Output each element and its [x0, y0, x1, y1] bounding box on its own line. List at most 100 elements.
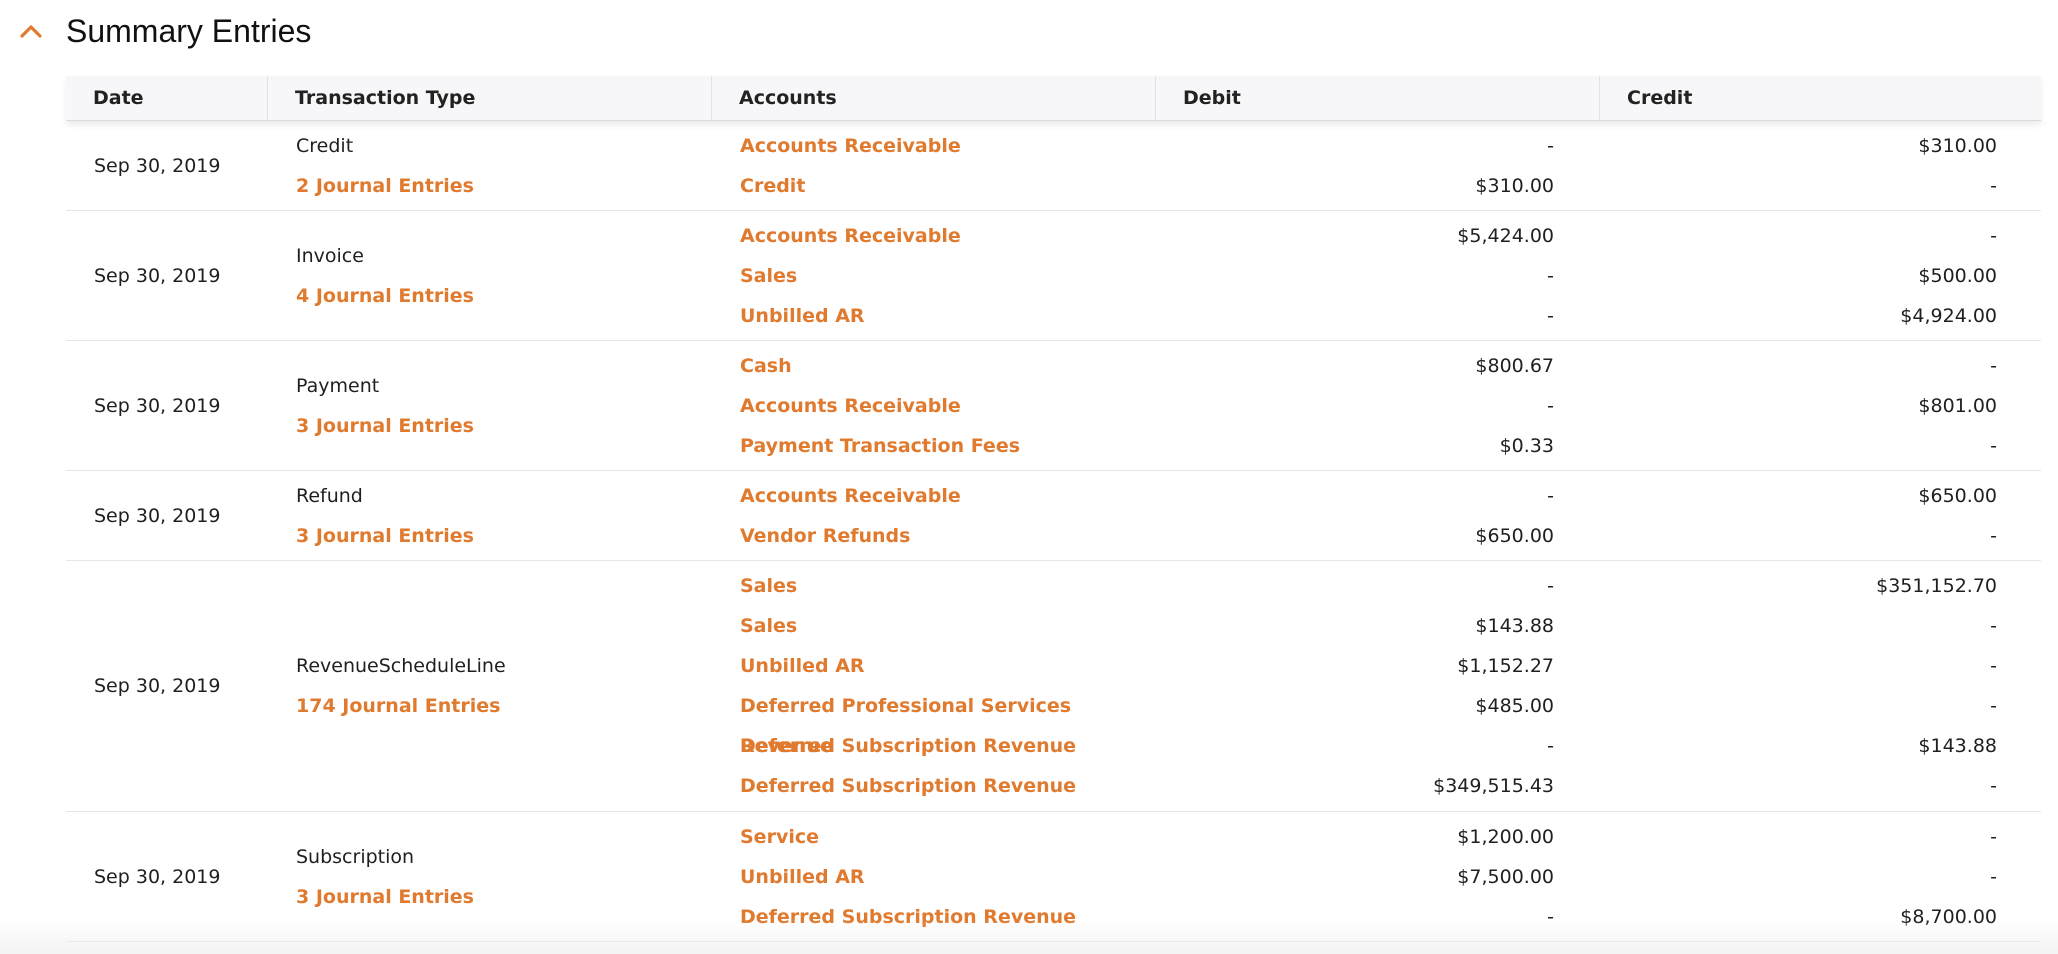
- entry-line: Unbilled AR $7,500.00 -: [712, 857, 2041, 897]
- transaction-type-label: Invoice: [296, 244, 364, 267]
- chevron-up-icon: [20, 25, 42, 38]
- debit-amount: $349,515.43: [1433, 775, 1554, 797]
- credit-amount: -: [1990, 865, 1997, 888]
- row-entry-lines: Cash $800.67 - Accounts Receivable - $801.00 P…: [712, 341, 2041, 470]
- journal-entries-link[interactable]: 3 Journal Entries: [296, 516, 712, 556]
- credit-amount: -: [1990, 354, 1997, 377]
- account-link[interactable]: Payment Transaction Fees: [712, 426, 1156, 466]
- credit-amount: -: [1990, 655, 1997, 677]
- account-link[interactable]: Service: [712, 817, 1156, 857]
- entry-line: Deferred Subscription Revenue - $8,700.00: [712, 897, 2041, 937]
- debit-amount: $310.00: [1475, 174, 1554, 197]
- debit-amount: $0.33: [1499, 434, 1554, 457]
- row-transaction-type: Refund 3 Journal Entries: [268, 471, 712, 560]
- credit-amount: -: [1990, 524, 1997, 547]
- entry-line: Sales - $500.00: [712, 256, 2041, 296]
- table-body: Sep 30, 2019 Credit 2 Journal Entries Accou…: [66, 121, 2041, 942]
- credit-amount: $310.00: [1918, 134, 1997, 157]
- entry-line: Deferred Subscription Revenue $349,515.43…: [712, 766, 2041, 806]
- credit-amount: $4,924.00: [1900, 304, 1997, 327]
- row-date: Sep 30, 2019: [94, 154, 221, 177]
- credit-amount: -: [1990, 224, 1997, 247]
- credit-amount: -: [1990, 825, 1997, 848]
- account-link[interactable]: Accounts Receivable: [712, 386, 1156, 426]
- row-transaction-type: Invoice 4 Journal Entries: [268, 211, 712, 340]
- credit-amount: -: [1990, 615, 1997, 637]
- debit-amount: -: [1547, 264, 1554, 287]
- row-transaction-type: Subscription 3 Journal Entries: [268, 812, 712, 941]
- credit-amount: -: [1990, 775, 1997, 797]
- entry-line: Accounts Receivable $5,424.00 -: [712, 216, 2041, 256]
- entry-line: Credit $310.00 -: [712, 166, 2041, 206]
- row-date: Sep 30, 2019: [94, 504, 221, 527]
- credit-amount: -: [1990, 695, 1997, 717]
- account-link[interactable]: Cash: [712, 346, 1156, 386]
- transaction-type-label: Payment: [296, 374, 380, 397]
- debit-amount: -: [1547, 905, 1554, 928]
- entry-line: Sales $143.88 -: [712, 606, 2041, 646]
- account-link[interactable]: Deferred Professional Services Revenue: [712, 686, 1156, 757]
- entry-line: Deferred Subscription Revenue - $143.88: [712, 726, 2041, 766]
- row-transaction-type: Payment 3 Journal Entries: [268, 341, 712, 470]
- account-link[interactable]: Deferred Subscription Revenue: [712, 726, 1156, 766]
- account-link[interactable]: Deferred Subscription Revenue: [712, 897, 1156, 937]
- column-header-transaction-type[interactable]: Transaction Type: [268, 76, 712, 120]
- table-row: Sep 30, 2019 Invoice 4 Journal Entries Acco…: [66, 211, 2041, 341]
- credit-amount: -: [1990, 434, 1997, 457]
- account-link[interactable]: Accounts Receivable: [712, 126, 1156, 166]
- row-date: Sep 30, 2019: [94, 264, 221, 287]
- account-link[interactable]: Sales: [712, 566, 1156, 606]
- table-row: Sep 30, 2019 Refund 3 Journal Entries Accou…: [66, 471, 2041, 561]
- account-link[interactable]: Sales: [712, 606, 1156, 646]
- debit-amount: $5,424.00: [1457, 224, 1554, 247]
- entry-line: Cash $800.67 -: [712, 346, 2041, 386]
- debit-amount: -: [1547, 134, 1554, 157]
- transaction-type-label: Subscription: [296, 845, 415, 868]
- journal-entries-link[interactable]: 2 Journal Entries: [296, 166, 712, 206]
- debit-amount: -: [1547, 484, 1554, 507]
- account-link[interactable]: Sales: [712, 256, 1156, 296]
- table-row: Sep 30, 2019 Payment 3 Journal Entries Cash…: [66, 341, 2041, 471]
- account-link[interactable]: Unbilled AR: [712, 857, 1156, 897]
- debit-amount: -: [1547, 304, 1554, 327]
- column-header-debit[interactable]: Debit: [1156, 76, 1600, 120]
- collapse-section-button[interactable]: [14, 14, 48, 48]
- entry-line: Payment Transaction Fees $0.33 -: [712, 426, 2041, 466]
- column-header-credit[interactable]: Credit: [1600, 76, 2041, 120]
- row-entry-lines: Accounts Receivable - $310.00 Credit $310.00…: [712, 121, 2041, 210]
- debit-amount: $650.00: [1475, 524, 1554, 547]
- table-row: Sep 30, 2019 RevenueScheduleLine 174 Journ…: [66, 561, 2041, 812]
- debit-amount: $1,152.27: [1457, 655, 1554, 677]
- account-link[interactable]: Unbilled AR: [712, 296, 1156, 336]
- account-link[interactable]: Accounts Receivable: [712, 216, 1156, 256]
- account-link[interactable]: Credit: [712, 166, 1156, 206]
- column-header-date[interactable]: Date: [66, 76, 268, 120]
- entry-line: Accounts Receivable - $310.00: [712, 126, 2041, 166]
- entry-line: Accounts Receivable - $650.00: [712, 476, 2041, 516]
- column-header-accounts[interactable]: Accounts: [712, 76, 1156, 120]
- journal-entries-link[interactable]: 4 Journal Entries: [296, 276, 712, 316]
- entry-line: Accounts Receivable - $801.00: [712, 386, 2041, 426]
- credit-amount: $351,152.70: [1876, 575, 1997, 597]
- journal-entries-link[interactable]: 3 Journal Entries: [296, 406, 712, 446]
- account-link[interactable]: Deferred Subscription Revenue: [712, 766, 1156, 806]
- account-link[interactable]: Unbilled AR: [712, 646, 1156, 686]
- section-header: Summary Entries: [0, 0, 2058, 62]
- credit-amount: $143.88: [1918, 735, 1997, 757]
- table-row: Sep 30, 2019 Subscription 3 Journal Entrie…: [66, 812, 2041, 942]
- entry-line: Sales - $351,152.70: [712, 566, 2041, 606]
- journal-entries-link[interactable]: 174 Journal Entries: [296, 686, 712, 726]
- row-date: Sep 30, 2019: [94, 394, 221, 417]
- entry-line: Service $1,200.00 -: [712, 817, 2041, 857]
- transaction-type-label: Credit: [296, 134, 354, 157]
- credit-amount: $8,700.00: [1900, 905, 1997, 928]
- journal-entries-link[interactable]: 3 Journal Entries: [296, 877, 712, 917]
- account-link[interactable]: Accounts Receivable: [712, 476, 1156, 516]
- account-link[interactable]: Vendor Refunds: [712, 516, 1156, 556]
- entry-line: Vendor Refunds $650.00 -: [712, 516, 2041, 556]
- credit-amount: -: [1990, 174, 1997, 197]
- row-date: Sep 30, 2019: [94, 675, 221, 697]
- row-entry-lines: Service $1,200.00- Unbilled AR $7,500.00- De…: [712, 812, 2041, 941]
- debit-amount: -: [1547, 575, 1554, 597]
- entry-line: Unbilled AR $1,152.27 -: [712, 646, 2041, 686]
